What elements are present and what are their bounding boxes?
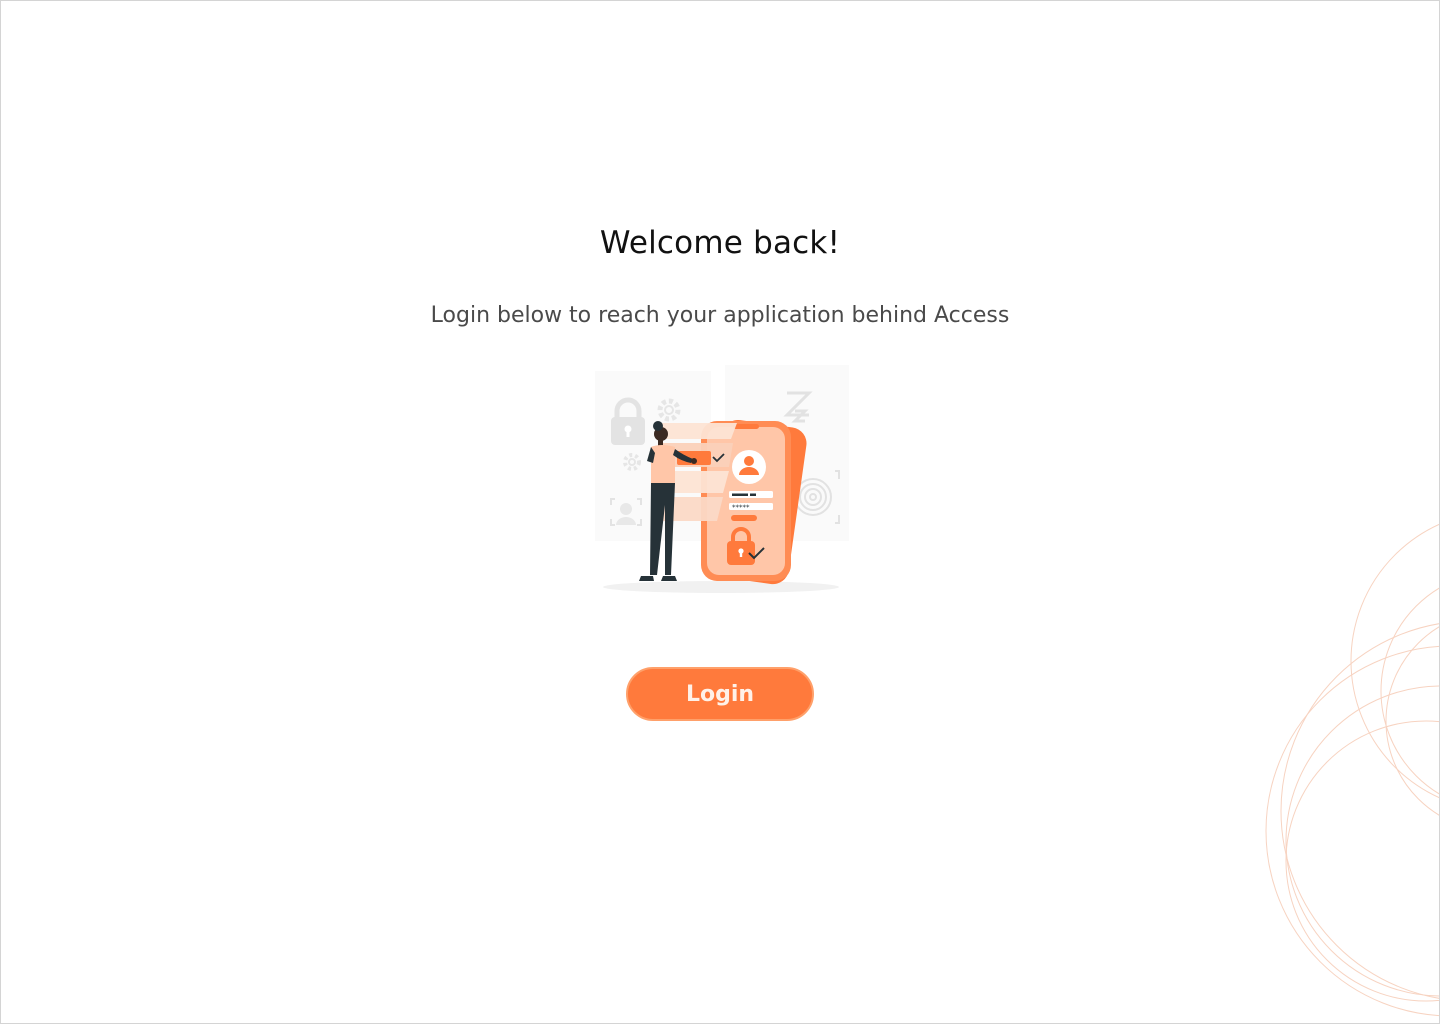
page-subtitle: Login below to reach your application be… xyxy=(430,303,1010,328)
password-mask: ***** xyxy=(732,504,750,512)
page-title: Welcome back! xyxy=(599,225,841,261)
login-button[interactable]: Login xyxy=(626,667,814,721)
login-illustration: ***** xyxy=(591,363,851,598)
login-page: Welcome back! Login below to reach your … xyxy=(0,0,1440,1024)
decorative-circles xyxy=(1251,501,1439,1023)
